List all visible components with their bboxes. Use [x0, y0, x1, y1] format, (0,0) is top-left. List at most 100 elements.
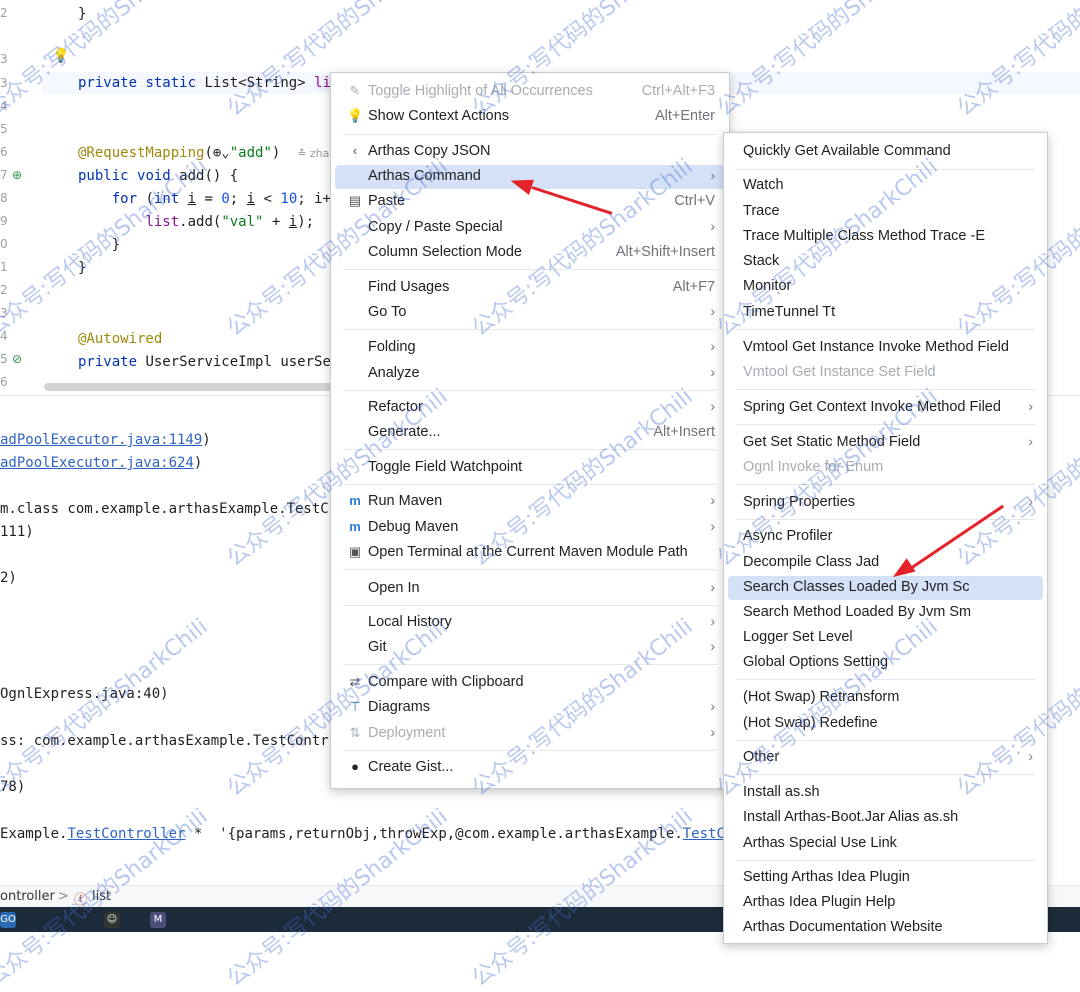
submenu-item-other[interactable]: Other › — [728, 746, 1043, 770]
horizontal-scrollbar[interactable] — [44, 383, 344, 391]
go-app-icon[interactable]: GO — [0, 912, 16, 928]
menu-item-create-gist[interactable]: ● Create Gist... — [335, 756, 725, 780]
line-number: 9 — [0, 214, 8, 228]
menu-item-toggle-field-watchpoint[interactable]: Toggle Field Watchpoint — [335, 456, 725, 480]
menu-item-compare-clipboard[interactable]: ⇄ Compare with Clipboard — [335, 671, 725, 695]
submenu-item-spring-get-context[interactable]: Spring Get Context Invoke Method Filed › — [728, 396, 1043, 420]
chevron-right-icon: › — [710, 218, 715, 234]
endpoint-gutter-icon[interactable]: ⊕ — [12, 168, 22, 182]
chevron-right-icon: › — [710, 303, 715, 319]
breadcrumb-separator: > — [58, 889, 69, 904]
menu-item-folding[interactable]: Folding › — [335, 336, 725, 360]
breadcrumb-field[interactable]: list — [92, 889, 111, 904]
submenu-item-search-method-sm[interactable]: Search Method Loaded By Jvm Sm — [728, 601, 1043, 625]
menu-separator — [736, 169, 1035, 170]
menu-item-open-in[interactable]: Open In › — [335, 577, 725, 601]
submenu-item-install-as-sh[interactable]: Install as.sh — [728, 781, 1043, 805]
line-number: 3 — [0, 52, 8, 66]
menu-item-run-maven[interactable]: m Run Maven › — [335, 490, 725, 514]
submenu-item-special-use-link[interactable]: Arthas Special Use Link — [728, 832, 1043, 856]
menu-separator — [736, 774, 1035, 775]
submenu-item-timetunnel[interactable]: TimeTunnel Tt — [728, 301, 1043, 325]
menu-item-show-context-actions[interactable]: 💡 Show Context Actions Alt+Enter — [335, 105, 725, 129]
chevron-right-icon: › — [1028, 748, 1033, 764]
menu-item-debug-maven[interactable]: m Debug Maven › — [335, 516, 725, 540]
submenu-item-documentation-website[interactable]: Arthas Documentation Website — [728, 916, 1043, 940]
chevron-right-icon: › — [1028, 493, 1033, 509]
menu-separator — [736, 740, 1035, 741]
line-number: 1 — [0, 260, 8, 274]
menu-item-git[interactable]: Git › — [335, 636, 725, 660]
submenu-item-search-classes-sc[interactable]: Search Classes Loaded By Jvm Sc — [728, 576, 1043, 600]
maven-debug-icon: m — [349, 519, 361, 534]
app-icon[interactable]: ☺ — [104, 912, 120, 928]
menu-separator — [343, 484, 717, 485]
m-app-icon[interactable]: M — [150, 912, 166, 928]
submenu-item-watch[interactable]: Watch — [728, 174, 1043, 198]
submenu-item-hot-swap-redefine[interactable]: (Hot Swap) Redefine — [728, 712, 1043, 736]
class-link[interactable]: TestC — [683, 826, 725, 842]
submenu-item-trace[interactable]: Trace — [728, 200, 1043, 224]
submenu-item-vmtool-invoke[interactable]: Vmtool Get Instance Invoke Method Field — [728, 336, 1043, 360]
line-number: 2 — [0, 6, 8, 20]
chevron-right-icon: › — [1028, 433, 1033, 449]
code-line: } — [78, 6, 87, 22]
submenu-item-plugin-help[interactable]: Arthas Idea Plugin Help — [728, 891, 1043, 915]
breadcrumb-class[interactable]: ontroller — [0, 889, 55, 904]
chevron-right-icon: › — [710, 638, 715, 654]
submenu-item-quickly-get-command[interactable]: Quickly Get Available Command — [728, 140, 1043, 164]
line-number: 3 — [0, 76, 8, 90]
menu-item-diagrams[interactable]: ⊤ Diagrams › — [335, 696, 725, 720]
submenu-item-install-boot-jar[interactable]: Install Arthas-Boot.Jar Alias as.sh — [728, 806, 1043, 830]
menu-item-refactor[interactable]: Refactor › — [335, 396, 725, 420]
chevron-right-icon: › — [710, 518, 715, 534]
arthas-icon: ‹ — [352, 143, 358, 158]
menu-item-go-to[interactable]: Go To › — [335, 301, 725, 325]
menu-separator — [736, 860, 1035, 861]
submenu-item-get-set-static[interactable]: Get Set Static Method Field › — [728, 431, 1043, 455]
submenu-item-monitor[interactable]: Monitor — [728, 275, 1043, 299]
submenu-item-logger-set-level[interactable]: Logger Set Level — [728, 626, 1043, 650]
code-line: private UserServiceImpl userSe — [78, 354, 331, 370]
menu-item-column-selection-mode[interactable]: Column Selection Mode Alt+Shift+Insert — [335, 241, 725, 265]
submenu-item-ognl-enum[interactable]: Ognl Invoke for Enum — [728, 456, 1043, 480]
lightbulb-icon[interactable]: 💡 — [52, 48, 69, 64]
menu-item-local-history[interactable]: Local History › — [335, 611, 725, 635]
submenu-item-trace-multiple[interactable]: Trace Multiple Class Method Trace -E — [728, 225, 1043, 249]
stack-trace-link[interactable]: adPoolExecutor.java:624 — [0, 455, 194, 471]
line-number: 3 — [0, 306, 8, 320]
submenu-item-global-options[interactable]: Global Options Setting — [728, 651, 1043, 675]
menu-item-paste[interactable]: ▤ Paste Ctrl+V — [335, 190, 725, 214]
submenu-item-async-profiler[interactable]: Async Profiler — [728, 525, 1043, 549]
menu-separator — [736, 329, 1035, 330]
menu-item-find-usages[interactable]: Find Usages Alt+F7 — [335, 276, 725, 300]
menu-item-deployment[interactable]: ⇅ Deployment › — [335, 722, 725, 746]
submenu-item-decompile-jad[interactable]: Decompile Class Jad — [728, 551, 1043, 575]
line-number: 5 — [0, 122, 8, 136]
deployment-icon: ⇅ — [349, 725, 361, 740]
submenu-item-vmtool-set-field[interactable]: Vmtool Get Instance Set Field — [728, 361, 1043, 385]
menu-item-arthas-copy-json[interactable]: ‹ Arthas Copy JSON — [335, 140, 725, 164]
menu-separator — [343, 134, 717, 135]
menu-separator — [343, 750, 717, 751]
submenu-item-stack[interactable]: Stack — [728, 250, 1043, 274]
stack-trace-link[interactable]: adPoolExecutor.java:1149 — [0, 432, 202, 448]
submenu-item-hot-swap-retransform[interactable]: (Hot Swap) Retransform — [728, 686, 1043, 710]
line-number: 7 — [0, 168, 8, 182]
menu-separator — [343, 269, 717, 270]
submenu-item-setting-plugin[interactable]: Setting Arthas Idea Plugin — [728, 866, 1043, 890]
line-number: 8 — [0, 191, 8, 205]
class-link[interactable]: TestController — [67, 826, 185, 842]
arthas-command-submenu: Quickly Get Available Command Watch Trac… — [723, 132, 1048, 944]
line-number: 6 — [0, 145, 8, 159]
menu-separator — [736, 519, 1035, 520]
menu-item-copy-paste-special[interactable]: Copy / Paste Special › — [335, 216, 725, 240]
menu-separator — [343, 329, 717, 330]
menu-item-toggle-highlight[interactable]: ✎ Toggle Highlight of All Occurrences Ctrl… — [335, 80, 725, 104]
menu-item-generate[interactable]: Generate... Alt+Insert — [335, 421, 725, 445]
lightbulb-icon: 💡 — [347, 108, 364, 123]
chevron-right-icon: › — [710, 698, 715, 714]
menu-item-analyze[interactable]: Analyze › — [335, 362, 725, 386]
bean-gutter-icon[interactable]: ⊘ — [12, 352, 22, 366]
menu-item-open-terminal-maven[interactable]: ▣ Open Terminal at the Current Maven Modu… — [335, 541, 725, 565]
